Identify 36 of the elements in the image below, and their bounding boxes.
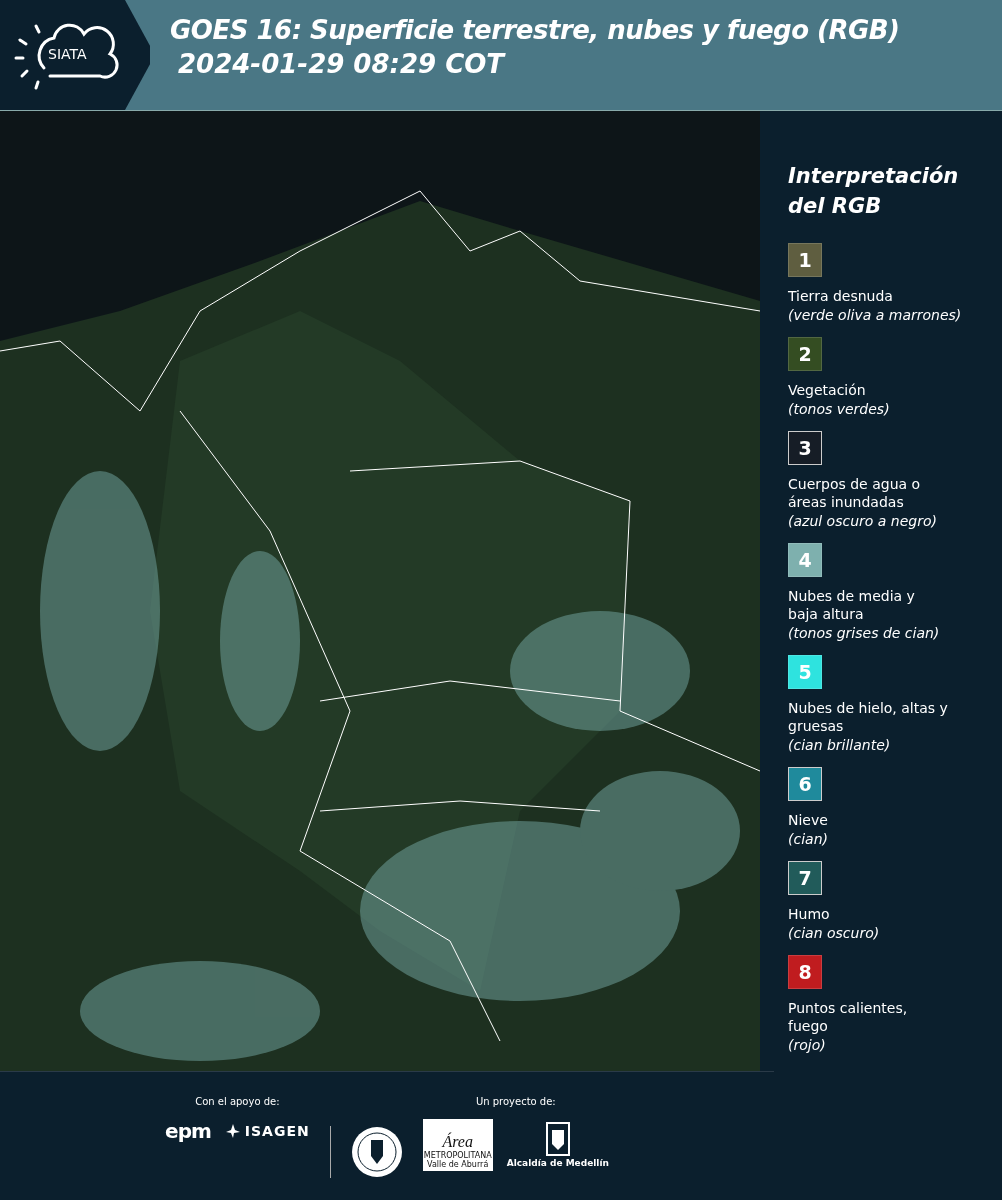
- alcaldia-logo-text: Alcaldía de Medellín: [506, 1158, 609, 1168]
- legend-note: (verde oliva a marrones): [788, 306, 963, 325]
- legend-label: Nubes de hielo, altas y gruesas: [788, 699, 948, 735]
- legend-note: (tonos grises de cian): [788, 624, 941, 643]
- legend-note: (rojo): [788, 1036, 827, 1055]
- legend-note: (cian brillante): [788, 736, 892, 755]
- support-label: Con el apoyo de:: [195, 1096, 280, 1107]
- timestamp: 2024-01-29 08:29 COT: [177, 48, 507, 80]
- logo-text: SIATA: [48, 46, 87, 62]
- legend-label: Puntos calientes, fuego: [788, 999, 909, 1035]
- isagen-logo: ISAGEN: [224, 1123, 310, 1139]
- color-swatch: 4: [788, 543, 822, 577]
- color-swatch: 7: [788, 861, 822, 895]
- color-swatch: 5: [788, 655, 822, 689]
- color-swatch: 8: [788, 955, 822, 989]
- legend-label: Cuerpos de agua o áreas inundadas: [788, 475, 922, 511]
- legend-label: Nubes de media y baja altura: [788, 587, 916, 623]
- legend-note: (cian oscuro): [788, 924, 881, 943]
- legend-label: Vegetación: [788, 381, 867, 399]
- coat-of-arms-icon: [545, 1122, 570, 1156]
- project-label: Un proyecto de:: [475, 1096, 556, 1107]
- color-swatch: 1: [788, 243, 822, 277]
- epm-logo: epm: [165, 1119, 211, 1143]
- color-swatch: 3: [788, 431, 822, 465]
- legend-title: Interpretación del RGB: [788, 163, 960, 220]
- legend-note: (tonos verdes): [788, 400, 891, 419]
- color-swatch: 6: [788, 767, 822, 801]
- area-metropolitana-logo: Área METROPOLITANA Valle de Aburrá: [422, 1119, 493, 1171]
- legend-label: Nieve: [788, 811, 829, 829]
- color-swatch: 2: [788, 337, 822, 371]
- legend-label: Tierra desnuda: [788, 287, 894, 305]
- page-title: GOES 16: Superficie terrestre, nubes y fuego (RGB): [170, 14, 900, 47]
- legend-note: (cian): [788, 830, 829, 849]
- legend-label: Humo: [788, 905, 831, 923]
- legend-note: (azul oscuro a negro): [788, 512, 938, 531]
- seal-icon: [350, 1126, 403, 1178]
